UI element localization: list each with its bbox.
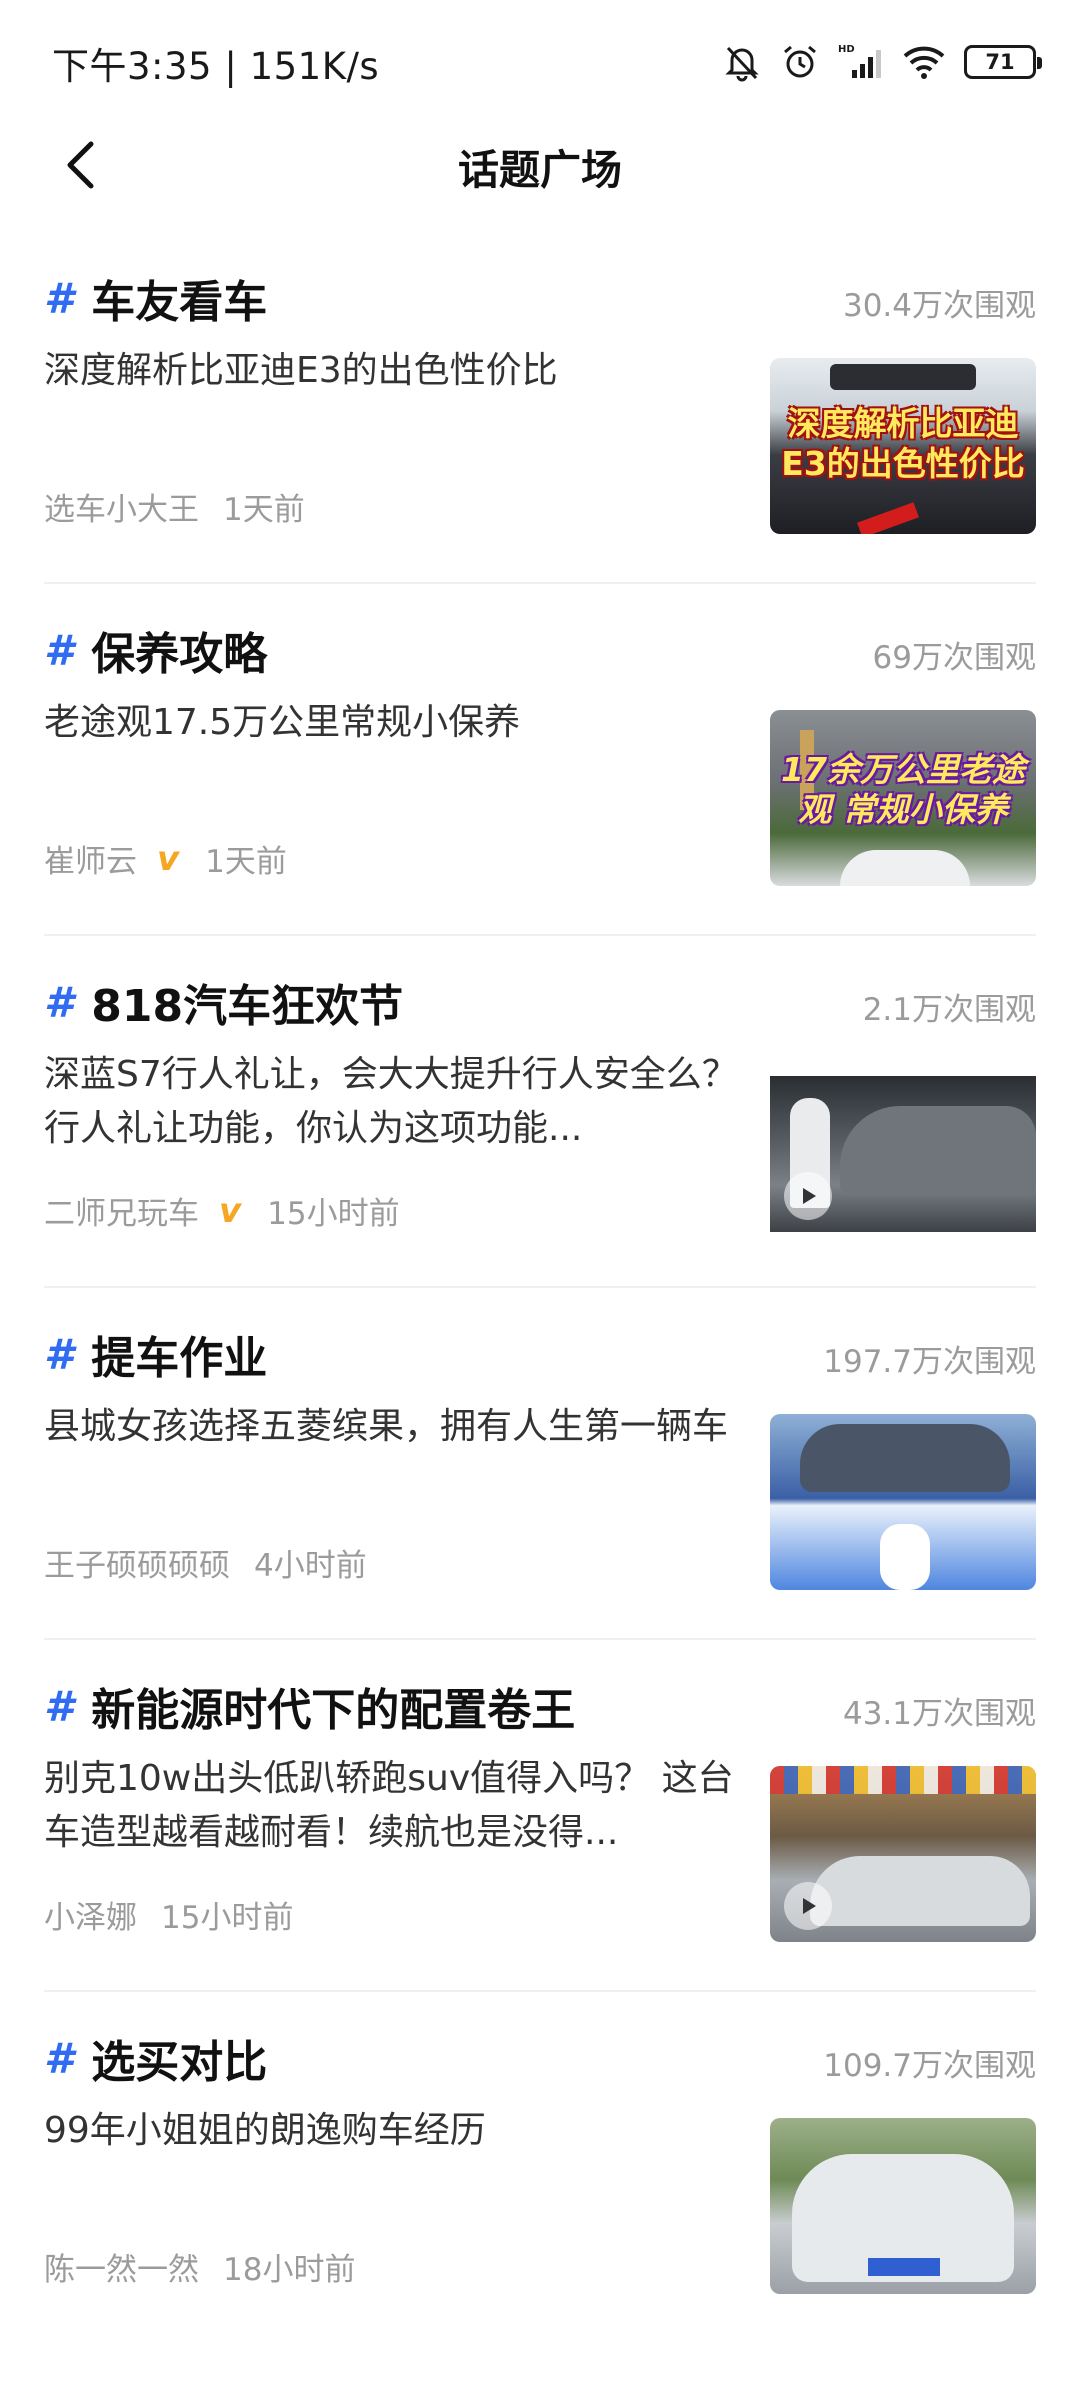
topic-name[interactable]: 新能源时代下的配置卷王: [91, 1674, 575, 1738]
view-count: 2.1万次围观: [862, 992, 1036, 1028]
verified-badge-icon: v: [219, 1190, 242, 1231]
post-thumbnail[interactable]: [770, 1766, 1036, 1942]
post-title[interactable]: 老途观17.5万公里常规小保养: [44, 696, 744, 750]
topic-card[interactable]: # 保养攻略 69万次围观 老途观17.5万公里常规小保养 崔师云 v 1天前 …: [44, 584, 1036, 936]
topic-name[interactable]: 保养攻略: [91, 618, 267, 682]
post-meta: 王子硕硕硕硕 4小时前: [44, 1540, 367, 1585]
topic-card[interactable]: # 选买对比 109.7万次围观 99年小姐姐的朗逸购车经历 陈一然一然 18小…: [44, 1992, 1036, 2344]
page-title: 话题广场: [458, 146, 622, 194]
hashtag-icon: #: [44, 1329, 74, 1379]
topic-header[interactable]: # 新能源时代下的配置卷王: [44, 1674, 575, 1738]
status-icons: HD 71: [722, 38, 1042, 86]
svg-text:HD: HD: [838, 44, 855, 55]
view-count: 69万次围观: [872, 640, 1036, 676]
topic-header[interactable]: # 提车作业: [44, 1322, 267, 1386]
post-time: 4小时前: [254, 1548, 367, 1584]
post-title[interactable]: 99年小姐姐的朗逸购车经历: [44, 2104, 744, 2158]
hashtag-icon: #: [44, 273, 74, 323]
post-meta: 选车小大王 1天前: [44, 484, 305, 529]
topic-list: # 车友看车 30.4万次围观 深度解析比亚迪E3的出色性价比 选车小大王 1天…: [0, 232, 1080, 2344]
post-meta: 二师兄玩车 v 15小时前: [44, 1188, 400, 1233]
post-meta: 陈一然一然 18小时前: [44, 2244, 355, 2289]
verified-badge-icon: v: [157, 838, 180, 879]
view-count: 109.7万次围观: [823, 2048, 1036, 2084]
post-thumbnail[interactable]: 17余万公里老途观 常规小保养: [770, 710, 1036, 886]
hashtag-icon: #: [44, 1681, 74, 1731]
post-title[interactable]: 别克10w出头低趴轿跑suv值得入吗？ 这台车造型越看越耐看！续航也是没得...: [44, 1752, 744, 1860]
topic-card[interactable]: # 818汽车狂欢节 2.1万次围观 深蓝S7行人礼让，会大大提升行人安全么？ …: [44, 936, 1036, 1288]
status-bar: 下午3:35 | 151K/s HD 71: [0, 0, 1080, 120]
top-app-bar: 话题广场: [0, 120, 1080, 210]
bell-muted-icon: [722, 42, 762, 82]
topic-header[interactable]: # 选买对比: [44, 2026, 267, 2090]
topic-name[interactable]: 提车作业: [91, 1322, 267, 1386]
post-thumbnail[interactable]: [770, 1076, 1036, 1232]
topic-name[interactable]: 车友看车: [91, 266, 267, 330]
wifi-icon: [902, 42, 946, 82]
post-title[interactable]: 深蓝S7行人礼让，会大大提升行人安全么？ 行人礼让功能，你认为这项功能...: [44, 1048, 744, 1156]
hd-signal-icon: HD: [838, 42, 884, 82]
battery-icon: 71: [964, 45, 1042, 79]
post-time: 15小时前: [267, 1196, 400, 1232]
post-time: 15小时前: [161, 1900, 294, 1936]
post-title[interactable]: 深度解析比亚迪E3的出色性价比: [44, 344, 744, 398]
view-count: 30.4万次围观: [842, 288, 1036, 324]
topic-name[interactable]: 选买对比: [91, 2026, 267, 2090]
post-thumbnail[interactable]: 深度解析比亚迪 E3的出色性价比: [770, 358, 1036, 534]
topic-header[interactable]: # 保养攻略: [44, 618, 267, 682]
post-time: 1天前: [205, 844, 287, 880]
post-meta: 小泽娜 15小时前: [44, 1892, 293, 1937]
play-icon: [784, 1882, 832, 1930]
view-count: 197.7万次围观: [823, 1344, 1036, 1380]
topic-card[interactable]: # 车友看车 30.4万次围观 深度解析比亚迪E3的出色性价比 选车小大王 1天…: [44, 232, 1036, 584]
topic-name[interactable]: 818汽车狂欢节: [91, 970, 403, 1034]
battery-level: 71: [985, 50, 1015, 74]
thumbnail-caption: 17余万公里老途观 常规小保养: [781, 750, 1025, 829]
hashtag-icon: #: [44, 625, 74, 675]
author-name[interactable]: 选车小大王: [44, 484, 199, 529]
author-name[interactable]: 二师兄玩车: [44, 1188, 199, 1233]
play-icon: [784, 1172, 832, 1220]
alarm-icon: [780, 42, 820, 82]
topic-card[interactable]: # 提车作业 197.7万次围观 县城女孩选择五菱缤果，拥有人生第一辆车 王子硕…: [44, 1288, 1036, 1640]
post-time: 1天前: [223, 492, 305, 528]
post-thumbnail[interactable]: [770, 2118, 1036, 2294]
hashtag-icon: #: [44, 2033, 74, 2083]
view-count: 43.1万次围观: [842, 1696, 1036, 1732]
thumbnail-caption: 深度解析比亚迪 E3的出色性价比: [781, 404, 1025, 483]
post-title[interactable]: 县城女孩选择五菱缤果，拥有人生第一辆车: [44, 1400, 744, 1454]
author-name[interactable]: 王子硕硕硕硕: [44, 1540, 230, 1585]
status-time-speed: 下午3:35 | 151K/s: [52, 45, 380, 88]
topic-card[interactable]: # 新能源时代下的配置卷王 43.1万次围观 别克10w出头低趴轿跑suv值得入…: [44, 1640, 1036, 1992]
post-time: 18小时前: [223, 2252, 356, 2288]
post-meta: 崔师云 v 1天前: [44, 836, 287, 881]
topic-header[interactable]: # 车友看车: [44, 266, 267, 330]
hashtag-icon: #: [44, 977, 74, 1027]
author-name[interactable]: 崔师云: [44, 836, 137, 881]
author-name[interactable]: 陈一然一然: [44, 2244, 199, 2289]
author-name[interactable]: 小泽娜: [44, 1892, 137, 1937]
post-thumbnail[interactable]: [770, 1414, 1036, 1590]
topic-header[interactable]: # 818汽车狂欢节: [44, 970, 403, 1034]
